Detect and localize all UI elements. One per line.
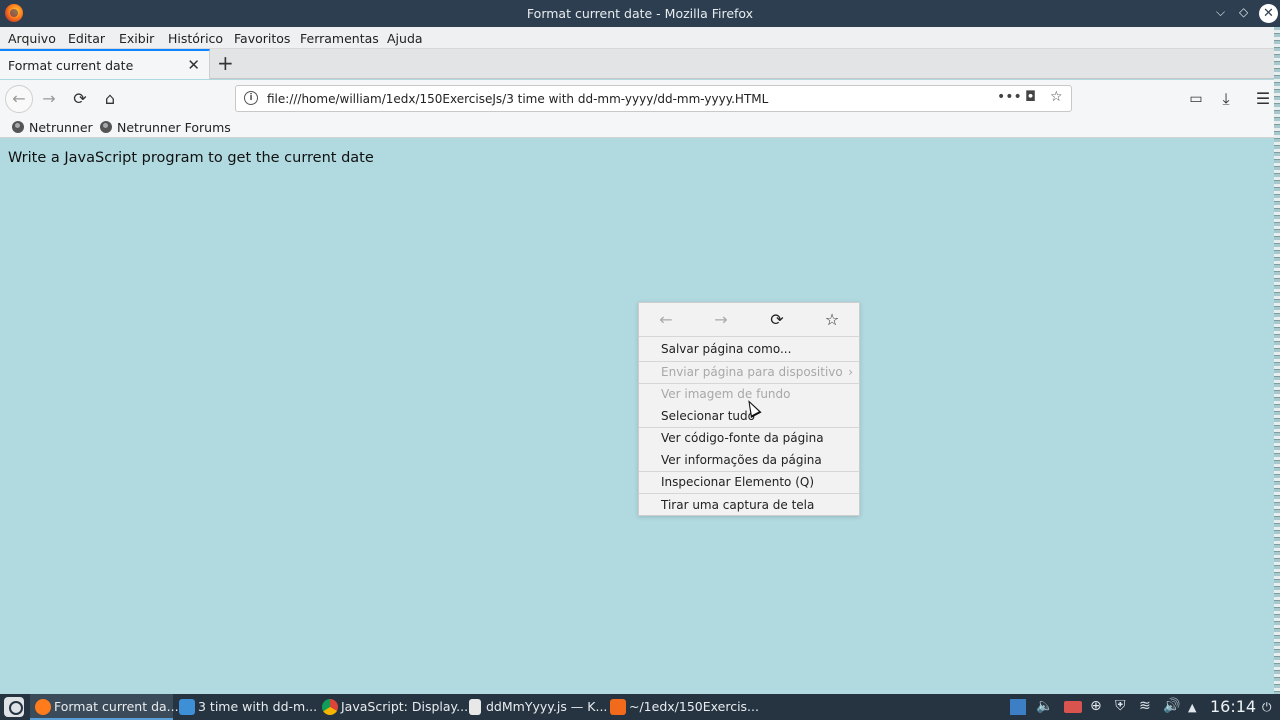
task-firefox[interactable]: Format current da... xyxy=(30,694,179,720)
window-titlebar: Format current date - Mozilla Firefox ⌵ … xyxy=(0,0,1280,27)
reload-button[interactable]: ⟳ xyxy=(69,88,91,110)
ctx-screenshot[interactable]: Tirar uma captura de tela xyxy=(639,494,859,516)
task-label: 3 time with dd-m... xyxy=(198,699,318,714)
bookmark-star-icon[interactable]: ☆ xyxy=(820,310,844,329)
tab-format-current-date[interactable]: Format current date ✕ xyxy=(0,49,210,79)
ctx-view-source[interactable]: Ver código-fonte da página xyxy=(639,427,859,449)
volume-icon[interactable]: 🔈 xyxy=(1036,698,1053,714)
bookmarks-toolbar: Netrunner Netrunner Forums xyxy=(0,117,1274,138)
ctx-send-page[interactable]: Enviar página para dispositivo › xyxy=(639,361,859,383)
firefox-icon xyxy=(35,699,51,715)
text-file-icon xyxy=(469,699,481,715)
reload-icon[interactable]: ⟳ xyxy=(765,310,789,329)
task-kate[interactable]: ddMmYyyy.js — K... xyxy=(462,694,608,720)
menu-bar: Arquivo Editar Exibir Histórico Favorito… xyxy=(0,27,1274,49)
back-icon[interactable]: ← xyxy=(654,310,678,329)
tray-expand-icon[interactable]: ▲ xyxy=(1188,701,1196,714)
tab-strip: Format current date ✕ + xyxy=(0,49,1274,79)
new-tab-button[interactable]: + xyxy=(217,51,234,75)
menu-historico[interactable]: Histórico xyxy=(168,31,223,46)
download-icon[interactable]: ⤓ xyxy=(1215,88,1237,110)
recorder-icon[interactable] xyxy=(1064,701,1082,713)
sublime-icon xyxy=(610,699,626,715)
chrome-icon xyxy=(322,699,338,715)
menu-exibir[interactable]: Exibir xyxy=(119,31,154,46)
menu-icon[interactable]: ☰ xyxy=(1252,88,1274,110)
window-title: Format current date - Mozilla Firefox xyxy=(526,6,754,21)
globe-icon xyxy=(12,121,24,133)
url-bar[interactable]: i file:///home/william/1edx/150ExerciseJ… xyxy=(235,85,1072,112)
power-icon[interactable]: ⏻ xyxy=(1262,700,1272,715)
page-heading: Write a JavaScript program to get the cu… xyxy=(8,150,374,166)
start-menu-icon[interactable] xyxy=(4,697,24,717)
taskbar: Format current da... 3 time with dd-m...… xyxy=(0,694,1280,720)
menu-favoritos[interactable]: Favoritos xyxy=(234,31,290,46)
more-icon[interactable]: ••• xyxy=(997,89,1022,105)
page-content: Write a JavaScript program to get the cu… xyxy=(0,139,1274,694)
task-label: ~/1edx/150Exercis... xyxy=(629,699,759,714)
star-icon[interactable]: ☆ xyxy=(1050,89,1063,105)
shield-icon[interactable]: ⛨ xyxy=(1115,698,1126,714)
maximize-icon[interactable]: ◇ xyxy=(1239,5,1248,19)
forward-icon[interactable]: → xyxy=(709,310,733,329)
task-sublime[interactable]: ~/1edx/150Exercis... xyxy=(605,694,759,720)
folder-icon xyxy=(179,699,195,715)
task-label: ddMmYyyy.js — K... xyxy=(486,699,608,714)
ctx-inspect-element[interactable]: Inspecionar Elemento (Q) xyxy=(639,471,859,493)
tab-title: Format current date xyxy=(8,58,134,73)
ctx-page-info[interactable]: Ver informações da página xyxy=(639,449,859,471)
speaker-icon[interactable]: 🔊 xyxy=(1163,698,1180,714)
ctx-save-page[interactable]: Salvar página como... xyxy=(639,338,859,360)
update-icon[interactable]: ⊕ xyxy=(1090,698,1102,714)
menu-arquivo[interactable]: Arquivo xyxy=(8,31,56,46)
menu-ajuda[interactable]: Ajuda xyxy=(387,31,423,46)
bookmark-label: Netrunner Forums xyxy=(117,120,231,135)
bookmark-label: Netrunner xyxy=(29,120,93,135)
task-label: Format current da... xyxy=(54,699,179,714)
menu-editar[interactable]: Editar xyxy=(68,31,105,46)
arrow-left-icon: ← xyxy=(12,89,26,108)
close-window-icon[interactable]: ✕ xyxy=(1259,4,1278,23)
wifi-icon[interactable]: ≋ xyxy=(1139,698,1151,714)
globe-icon xyxy=(100,121,112,133)
library-icon[interactable]: ▭ xyxy=(1185,88,1207,110)
network-tray-icon[interactable] xyxy=(1010,699,1026,715)
bookmark-netrunner[interactable]: Netrunner xyxy=(12,120,93,135)
task-chrome[interactable]: JavaScript: Display... xyxy=(317,694,468,720)
ctx-send-page-label: Enviar página para dispositivo xyxy=(661,365,843,379)
navigation-bar: ← → ⟳ ⌂ i file:///home/william/1edx/150E… xyxy=(0,80,1274,117)
forward-button[interactable]: → xyxy=(38,88,60,110)
chevron-right-icon: › xyxy=(848,365,853,379)
menu-ferramentas[interactable]: Ferramentas xyxy=(300,31,379,46)
clock[interactable]: 16:14 xyxy=(1210,697,1256,716)
bookmark-netrunner-forums[interactable]: Netrunner Forums xyxy=(100,120,231,135)
pocket-icon[interactable]: ◘ xyxy=(1025,89,1036,105)
task-label: JavaScript: Display... xyxy=(341,699,469,714)
tab-close-icon[interactable]: ✕ xyxy=(187,56,200,74)
url-text[interactable]: file:///home/william/1edx/150ExerciseJs/… xyxy=(267,92,768,106)
minimize-icon[interactable]: ⌵ xyxy=(1216,5,1225,20)
context-nav-row: ← → ⟳ ☆ xyxy=(639,303,859,337)
task-file-manager[interactable]: 3 time with dd-m... xyxy=(174,694,318,720)
info-icon[interactable]: i xyxy=(244,91,258,105)
home-button[interactable]: ⌂ xyxy=(99,88,121,110)
window-edge xyxy=(1274,27,1280,694)
